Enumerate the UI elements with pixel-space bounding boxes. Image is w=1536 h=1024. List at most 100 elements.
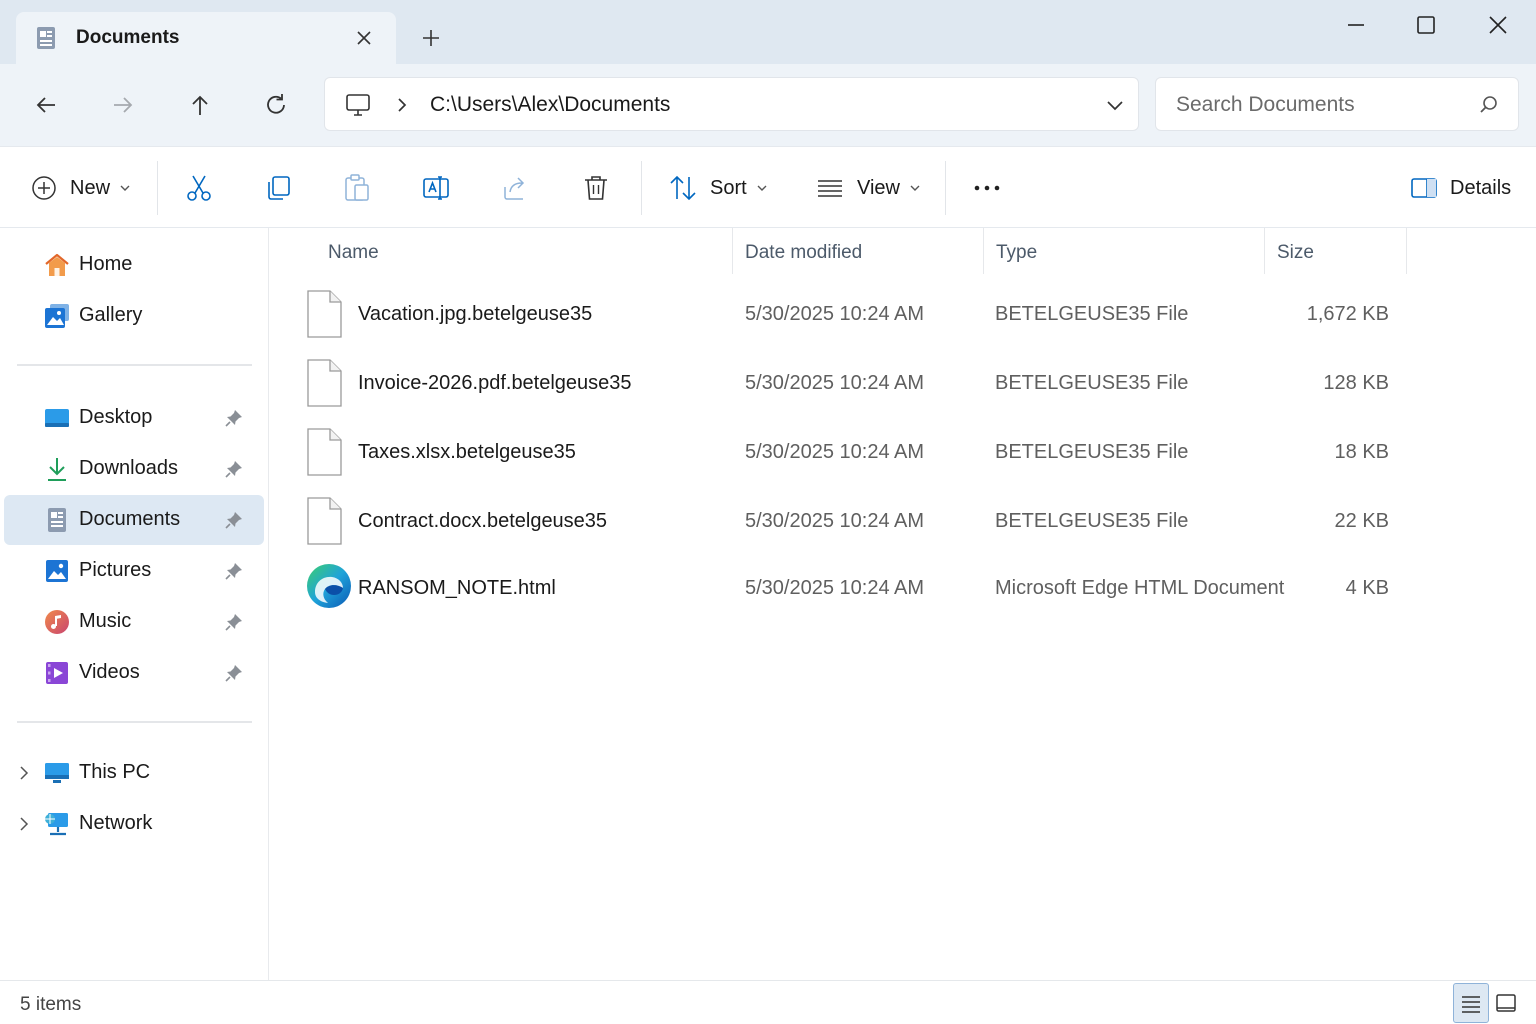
sidebar-item-label: This PC: [79, 761, 151, 783]
minimize-icon[interactable]: [1341, 10, 1371, 40]
videos-icon: [46, 662, 68, 684]
delete-button[interactable]: [581, 173, 611, 203]
column-divider[interactable]: [983, 228, 984, 274]
share-button[interactable]: [501, 173, 531, 203]
title-bar: Documents: [0, 0, 1536, 64]
toolbar-divider: [641, 161, 642, 215]
pin-icon[interactable]: [224, 408, 244, 428]
file-size: 1,672 KB: [1306, 303, 1389, 325]
new-tab-icon[interactable]: [419, 26, 443, 50]
pin-icon[interactable]: [224, 663, 244, 683]
sort-icon: [670, 175, 696, 201]
rename-button[interactable]: [421, 173, 451, 203]
sidebar-item-this-pc[interactable]: This PC: [4, 748, 264, 798]
address-bar[interactable]: C:\Users\Alex\Documents: [324, 77, 1139, 131]
maximize-icon[interactable]: [1411, 10, 1441, 40]
blank-file-icon: [307, 428, 342, 476]
tiles-view-button[interactable]: [1489, 983, 1525, 1023]
blank-file-icon: [307, 497, 342, 545]
sidebar-item-downloads[interactable]: Downloads: [4, 444, 264, 494]
file-row[interactable]: RANSOM_NOTE.html 5/30/2025 10:24 AM Micr…: [299, 556, 1409, 618]
file-type: Microsoft Edge HTML Document: [995, 577, 1285, 599]
column-header-name[interactable]: Name: [328, 242, 379, 264]
new-button[interactable]: New: [31, 173, 131, 203]
sidebar-item-pictures[interactable]: Pictures: [4, 546, 264, 596]
music-icon: [45, 610, 69, 634]
file-row[interactable]: Vacation.jpg.betelgeuse35 5/30/2025 10:2…: [299, 282, 1409, 344]
close-tab-icon[interactable]: [352, 26, 376, 50]
back-arrow-icon[interactable]: [31, 90, 61, 120]
new-label: New: [70, 176, 111, 199]
column-header-size[interactable]: Size: [1277, 242, 1314, 264]
chevron-down-icon[interactable]: [1105, 95, 1125, 115]
paste-button[interactable]: [342, 173, 372, 203]
this-pc-icon: [346, 94, 370, 116]
file-row[interactable]: Contract.docx.betelgeuse35 5/30/2025 10:…: [299, 489, 1409, 551]
address-path[interactable]: C:\Users\Alex\Documents: [430, 93, 670, 117]
gallery-icon: [45, 304, 69, 328]
blank-file-icon: [307, 290, 342, 338]
column-divider[interactable]: [732, 228, 733, 274]
file-row[interactable]: Taxes.xlsx.betelgeuse35 5/30/2025 10:24 …: [299, 420, 1409, 482]
forward-arrow-icon[interactable]: [108, 90, 138, 120]
details-view-button[interactable]: [1453, 983, 1489, 1023]
tab-documents[interactable]: Documents: [16, 12, 396, 64]
sidebar-item-label: Network: [79, 812, 153, 834]
sidebar-divider: [17, 364, 252, 366]
pin-icon[interactable]: [224, 612, 244, 632]
sidebar-item-desktop[interactable]: Desktop: [4, 393, 264, 443]
refresh-icon[interactable]: [261, 90, 291, 120]
file-type: BETELGEUSE35 File: [995, 372, 1189, 394]
file-date: 5/30/2025 10:24 AM: [745, 441, 925, 463]
file-name: Vacation.jpg.betelgeuse35: [358, 303, 593, 325]
chevron-right-icon[interactable]: [18, 815, 30, 833]
file-type: BETELGEUSE35 File: [995, 303, 1189, 325]
column-divider[interactable]: [1264, 228, 1265, 274]
pin-icon[interactable]: [224, 510, 244, 530]
details-label: Details: [1450, 176, 1512, 199]
column-divider[interactable]: [1406, 228, 1407, 274]
sort-label: Sort: [710, 176, 747, 199]
search-icon[interactable]: [1478, 94, 1500, 116]
sidebar-item-home[interactable]: Home: [4, 240, 264, 290]
search-input[interactable]: Search Documents: [1155, 77, 1519, 131]
sidebar-item-gallery[interactable]: Gallery: [4, 291, 264, 341]
chevron-down-icon: [120, 185, 130, 191]
details-button[interactable]: Details: [1410, 173, 1511, 203]
tab-title: Documents: [76, 27, 180, 48]
sidebar-item-music[interactable]: Music: [4, 597, 264, 647]
sort-button[interactable]: Sort: [668, 173, 768, 203]
toolbar-divider: [157, 161, 158, 215]
copy-icon: [268, 176, 290, 200]
sidebar-item-network[interactable]: Network: [4, 799, 264, 849]
file-row[interactable]: Invoice-2026.pdf.betelgeuse35 5/30/2025 …: [299, 351, 1409, 413]
command-bar: New Sort View Details: [0, 146, 1536, 228]
more-options-button[interactable]: [972, 173, 1002, 203]
sidebar-item-videos[interactable]: Videos: [4, 648, 264, 698]
view-label: View: [857, 176, 900, 199]
up-arrow-icon[interactable]: [185, 90, 215, 120]
file-date: 5/30/2025 10:24 AM: [745, 372, 925, 394]
home-icon: [45, 253, 69, 276]
sidebar-item-label: Home: [79, 253, 133, 275]
paste-icon: [345, 174, 369, 201]
file-list-view: Name Date modified Type Size Vacation.jp…: [269, 228, 1536, 980]
cut-button[interactable]: [184, 173, 214, 203]
pin-icon[interactable]: [224, 459, 244, 479]
copy-button[interactable]: [263, 173, 293, 203]
file-name: RANSOM_NOTE.html: [358, 577, 556, 599]
sidebar-item-documents[interactable]: Documents: [4, 495, 264, 545]
column-header-date[interactable]: Date modified: [745, 242, 862, 264]
chevron-right-icon[interactable]: [395, 95, 409, 115]
pin-icon[interactable]: [224, 561, 244, 581]
view-button[interactable]: View: [815, 173, 921, 203]
chevron-right-icon[interactable]: [18, 764, 30, 782]
close-window-icon[interactable]: [1483, 10, 1513, 40]
item-count: 5 items: [20, 994, 82, 1015]
desktop-icon: [45, 409, 69, 427]
scissors-icon: [187, 175, 211, 201]
column-header-type[interactable]: Type: [996, 242, 1037, 264]
documents-icon: [48, 508, 66, 532]
network-icon: [45, 813, 68, 836]
file-name: Taxes.xlsx.betelgeuse35: [358, 441, 576, 463]
